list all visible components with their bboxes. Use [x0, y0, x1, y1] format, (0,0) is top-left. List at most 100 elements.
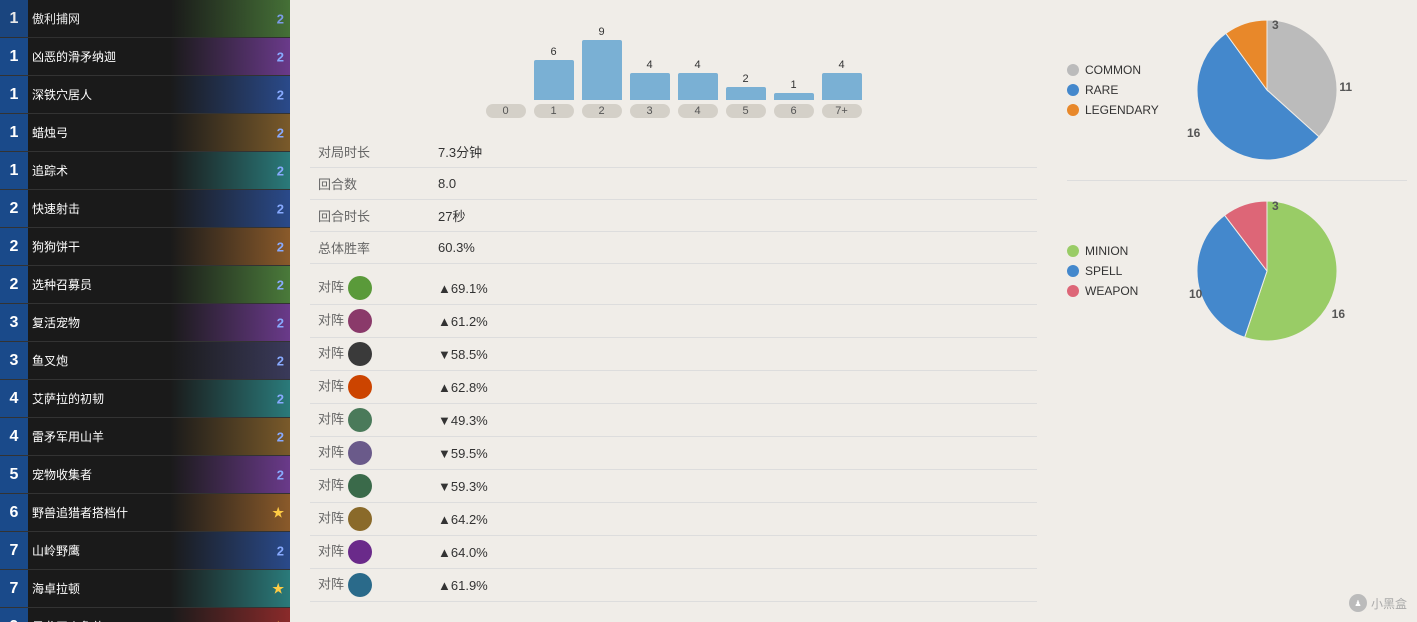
card-cost: 2 [0, 266, 28, 304]
stat-label-winrate: 总体胜率 [310, 232, 430, 264]
card-name: 蜡烛弓 [28, 124, 290, 141]
stats-table: 对局时长 7.3分钟 回合数 8.0 回合时长 27秒 总体胜率 60.3% [310, 136, 1037, 264]
card-item[interactable]: 1深铁穴居人2 [0, 76, 290, 114]
matchup-rate: ▲61.9% [430, 569, 1037, 602]
matchup-rate: ▼49.3% [430, 404, 1037, 437]
card-name: 暴龙王克鲁什 [28, 618, 290, 622]
card-item[interactable]: 1凶恶的滑矛纳迦2 [0, 38, 290, 76]
card-cost: 3 [0, 342, 28, 380]
matchup-vs-label: 对阵 [310, 371, 430, 404]
stat-row-duration: 对局时长 7.3分钟 [310, 136, 1037, 168]
card-count: 2 [277, 315, 284, 330]
bar-group: 9 [582, 26, 622, 100]
matchup-vs-label: 对阵 [310, 437, 430, 470]
card-count: 2 [277, 391, 284, 406]
stat-value-duration: 7.3分钟 [430, 136, 1037, 168]
card-item[interactable]: 5宠物收集者2 [0, 456, 290, 494]
matchup-row: 对阵 ▼58.5% [310, 338, 1037, 371]
matchup-vs-label: 对阵 [310, 305, 430, 338]
card-item[interactable]: 1傲利捕网2 [0, 0, 290, 38]
legend-label: SPELL [1085, 264, 1122, 278]
card-item[interactable]: 7海卓拉顿★ [0, 570, 290, 608]
card-item[interactable]: 2狗狗饼干2 [0, 228, 290, 266]
card-cost: 1 [0, 38, 28, 76]
legend-item: RARE [1067, 83, 1167, 97]
bar-x-label: 3 [630, 104, 670, 118]
bar-x-label: 4 [678, 104, 718, 118]
card-cost: 2 [0, 190, 28, 228]
card-cost: 9 [0, 608, 28, 622]
bar-group: 4 [678, 59, 718, 100]
stat-label-rounds: 回合数 [310, 168, 430, 200]
card-name: 快速射击 [28, 200, 290, 217]
matchup-vs-label: 对阵 [310, 536, 430, 569]
bar-group: 6 [534, 46, 574, 100]
card-item[interactable]: 6野兽追猎者搭档什★ [0, 494, 290, 532]
card-item[interactable]: 3复活宠物2 [0, 304, 290, 342]
matchup-rate: ▲64.2% [430, 503, 1037, 536]
stat-value-round-duration: 27秒 [430, 200, 1037, 232]
type-section: MINIONSPELLWEAPON 3 10 16 [1067, 191, 1407, 351]
card-item[interactable]: 4雷矛军用山羊2 [0, 418, 290, 456]
legend-item: WEAPON [1067, 284, 1167, 298]
card-cost: 7 [0, 570, 28, 608]
card-count: ★ [272, 619, 284, 622]
legend-dot [1067, 265, 1079, 277]
card-item[interactable]: 1蜡烛弓2 [0, 114, 290, 152]
bar [822, 73, 862, 100]
card-name: 山岭野鹰 [28, 542, 290, 559]
matchup-rate: ▼59.3% [430, 470, 1037, 503]
card-item[interactable]: 4艾萨拉的初韧2 [0, 380, 290, 418]
card-item[interactable]: 9暴龙王克鲁什★ [0, 608, 290, 622]
bar-group: 4 [630, 59, 670, 100]
card-cost: 1 [0, 152, 28, 190]
stat-row-rounds: 回合数 8.0 [310, 168, 1037, 200]
watermark: ♟ 小黑盒 [1349, 594, 1407, 612]
rarity-legend: COMMONRARELEGENDARY [1067, 63, 1167, 117]
card-cost: 6 [0, 494, 28, 532]
legend-dot [1067, 104, 1079, 116]
legend-dot [1067, 245, 1079, 257]
matchup-row: 对阵 ▼59.3% [310, 470, 1037, 503]
bar-chart: 6944214 [486, 20, 862, 100]
matchup-vs-label: 对阵 [310, 404, 430, 437]
card-item[interactable]: 3鱼叉炮2 [0, 342, 290, 380]
card-name: 雷矛军用山羊 [28, 428, 290, 445]
card-name: 宠物收集者 [28, 466, 290, 483]
card-item[interactable]: 2选种召募员2 [0, 266, 290, 304]
card-name: 深铁穴居人 [28, 86, 290, 103]
stat-label-round-duration: 回合时长 [310, 200, 430, 232]
card-count: ★ [272, 581, 284, 597]
divider [1067, 180, 1407, 181]
card-cost: 7 [0, 532, 28, 570]
legend-item: SPELL [1067, 264, 1167, 278]
card-count: 2 [277, 239, 284, 254]
stat-label-duration: 对局时长 [310, 136, 430, 168]
bar-x-label: 0 [486, 104, 526, 118]
type-num-left: 10 [1189, 287, 1202, 301]
middle-panel: 6944214 01234567+ 对局时长 7.3分钟 回合数 8.0 回合时… [290, 0, 1057, 622]
stat-row-round-duration: 回合时长 27秒 [310, 200, 1037, 232]
card-cost: 3 [0, 304, 28, 342]
card-list: 1傲利捕网21凶恶的滑矛纳迦21深铁穴居人21蜡烛弓21追踪术22快速射击22狗… [0, 0, 290, 622]
card-cost: 4 [0, 380, 28, 418]
card-name: 选种召募员 [28, 276, 290, 293]
bar-top-label: 6 [550, 46, 556, 58]
card-count: 2 [277, 49, 284, 64]
legend-dot [1067, 64, 1079, 76]
bar-group [486, 84, 526, 100]
bar-x-label: 6 [774, 104, 814, 118]
card-item[interactable]: 7山岭野鹰2 [0, 532, 290, 570]
card-count: 2 [277, 163, 284, 178]
card-name: 追踪术 [28, 162, 290, 179]
card-item[interactable]: 1追踪术2 [0, 152, 290, 190]
bar-top-label: 9 [598, 26, 604, 38]
bar-x-label: 1 [534, 104, 574, 118]
card-count: 2 [277, 543, 284, 558]
card-item[interactable]: 2快速射击2 [0, 190, 290, 228]
card-count: 2 [277, 277, 284, 292]
matchup-row: 对阵 ▲61.9% [310, 569, 1037, 602]
bar-group: 4 [822, 59, 862, 100]
bar-chart-container: 6944214 01234567+ [310, 10, 1037, 128]
card-name: 艾萨拉的初韧 [28, 390, 290, 407]
